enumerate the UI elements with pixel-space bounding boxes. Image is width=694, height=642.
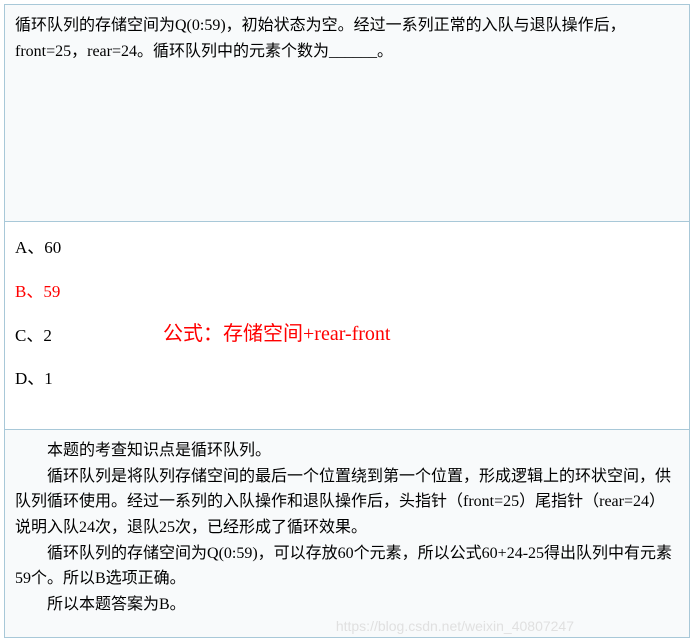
question-panel: 循环队列的存储空间为Q(0:59)，初始状态为空。经过一系列正常的入队与退队操作…: [4, 4, 690, 222]
option-c-label: C、2: [15, 326, 52, 345]
formula-annotation: 公式：存储空间+rear-front: [163, 320, 391, 348]
option-b: B、59: [15, 280, 679, 304]
document-container: 循环队列的存储空间为Q(0:59)，初始状态为空。经过一系列正常的入队与退队操作…: [0, 0, 694, 642]
option-a: A、60: [15, 236, 679, 260]
explanation-p1: 本题的考查知识点是循环队列。: [15, 438, 679, 464]
option-a-label: A、60: [15, 238, 61, 257]
option-d: D、1: [15, 367, 679, 391]
question-text: 循环队列的存储空间为Q(0:59)，初始状态为空。经过一系列正常的入队与退队操作…: [15, 17, 626, 60]
explanation-p2: 循环队列是将队列存储空间的最后一个位置绕到第一个位置，形成逻辑上的环状空间，供队…: [15, 464, 679, 541]
option-b-label: B、59: [15, 282, 60, 301]
option-d-label: D、1: [15, 369, 53, 388]
options-panel: A、60 B、59 C、2 D、1 公式：存储空间+rear-front: [4, 222, 690, 430]
explanation-p3: 循环队列的存储空间为Q(0:59)，可以存放60个元素，所以公式60+24-25…: [15, 541, 679, 592]
explanation-panel: 本题的考查知识点是循环队列。 循环队列是将队列存储空间的最后一个位置绕到第一个位…: [4, 430, 690, 638]
explanation-p4: 所以本题答案为B。: [15, 592, 679, 618]
